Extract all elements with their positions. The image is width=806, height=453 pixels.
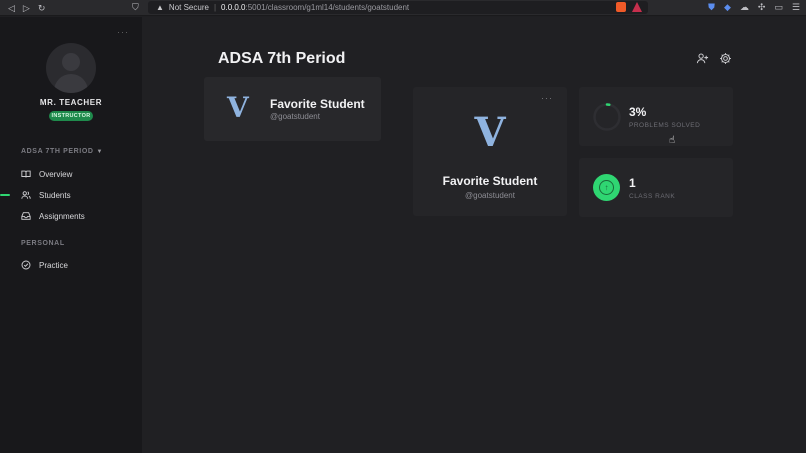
browser-nav: ◁ ▷ ↻ (0, 0, 60, 16)
back-icon[interactable]: ◁ (8, 0, 15, 16)
student-username: @goatstudent (270, 112, 320, 121)
sidebar-item-label: Overview (39, 169, 73, 179)
class-rank-label: CLASS RANK (629, 193, 676, 200)
brave-shield-icon[interactable] (616, 2, 626, 12)
puzzle-icon[interactable]: ✣ (758, 2, 766, 13)
profile-username: @goatstudent (465, 191, 515, 200)
avatar-body (54, 74, 88, 93)
extensions-bar: ⛊ ◆ ☁ ✣ ▭ ☰ (708, 2, 800, 13)
profile-name: Favorite Student (442, 174, 538, 188)
password-manager-icon[interactable]: ⛊ (708, 2, 715, 13)
url-separator: | (213, 3, 217, 12)
bookmark-icon[interactable]: ⛉ (132, 2, 139, 13)
problems-solved-card: 3% PROBLEMS SOLVED (579, 87, 733, 146)
wallet-icon[interactable]: ▭ (774, 2, 783, 13)
warning-icon: ▲ (156, 3, 164, 12)
avatar-head (62, 53, 80, 71)
caret-down-icon: ▼ (96, 148, 104, 155)
personal-heading: PERSONAL (21, 240, 65, 247)
settings-icon[interactable] (719, 52, 732, 70)
book-icon (21, 169, 31, 179)
class-name: ADSA 7TH PERIOD (21, 148, 94, 155)
sidebar: ··· MR. TEACHER INSTRUCTOR ADSA 7TH PERI… (0, 17, 142, 453)
url-host: 0.0.0.0 (221, 3, 246, 12)
url-text: 0.0.0.0:5001/classroom/g1ml14/students/g… (221, 3, 409, 12)
problems-solved-value: 3% (629, 105, 647, 119)
progress-ring (593, 103, 621, 131)
url-path: :5001/classroom/g1ml14/students/goatstud… (245, 3, 410, 12)
more-options-icon[interactable]: ··· (541, 93, 553, 103)
sidebar-item-assignments[interactable]: Assignments (21, 211, 85, 221)
header-actions (696, 52, 732, 70)
class-rank-card: ↑ 1 CLASS RANK (579, 158, 733, 217)
sidebar-item-overview[interactable]: Overview (21, 169, 72, 179)
extension-icon[interactable]: ☁ (740, 2, 749, 13)
add-user-icon[interactable] (696, 52, 709, 70)
student-name: Favorite Student (270, 97, 365, 111)
arrow-up-icon: ↑ (599, 180, 614, 195)
browser-toolbar: ◁ ▷ ↻ ⛉ ▲ Not Secure | 0.0.0.0:5001/clas… (0, 0, 806, 16)
more-options-icon[interactable]: ··· (117, 27, 129, 37)
sidebar-item-label: Students (39, 190, 71, 200)
student-list-item[interactable]: V Favorite Student @goatstudent (204, 77, 381, 141)
sidebar-item-students[interactable]: Students (21, 190, 71, 200)
page-title: ADSA 7th Period (218, 50, 346, 67)
address-bar[interactable]: ▲ Not Secure | 0.0.0.0:5001/classroom/g1… (148, 1, 648, 14)
menu-icon[interactable]: ☰ (792, 2, 800, 13)
security-label: Not Secure (168, 3, 209, 12)
mouse-cursor-icon: ☝ (669, 135, 676, 146)
main-content: ADSA 7th Period V Favorite Student @goat… (142, 17, 806, 453)
check-circle-icon (21, 260, 31, 270)
users-icon (21, 190, 31, 200)
active-indicator (0, 194, 10, 196)
forward-icon[interactable]: ▷ (23, 0, 30, 16)
student-logo: V (227, 91, 249, 124)
reload-icon[interactable]: ↻ (38, 0, 46, 16)
profile-logo: V (474, 109, 506, 156)
class-rank-value: 1 (629, 176, 636, 190)
avatar (46, 43, 96, 93)
brave-rewards-icon[interactable] (632, 2, 642, 12)
rank-badge: ↑ (593, 174, 620, 201)
problems-solved-label: PROBLEMS SOLVED (629, 122, 701, 129)
student-profile-card: ··· V Favorite Student @goatstudent (413, 87, 567, 216)
sidebar-item-label: Assignments (39, 211, 85, 221)
sidebar-item-label: Practice (39, 260, 68, 270)
vpn-icon[interactable]: ◆ (724, 2, 731, 13)
teacher-name: MR. TEACHER (39, 98, 103, 107)
sidebar-item-practice[interactable]: Practice (21, 260, 68, 270)
inbox-icon (21, 211, 31, 221)
class-selector[interactable]: ADSA 7TH PERIOD ▼ (21, 148, 103, 155)
role-badge: INSTRUCTOR (49, 111, 93, 121)
